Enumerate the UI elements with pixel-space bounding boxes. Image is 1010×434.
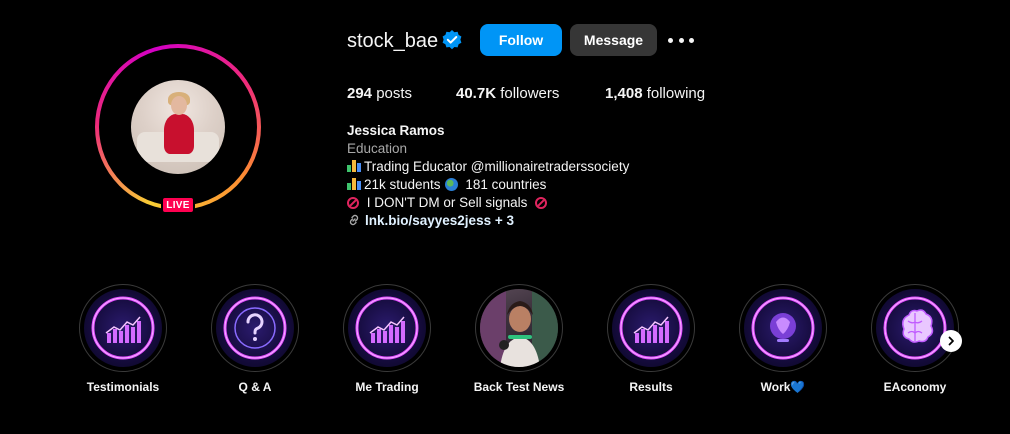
bio-name: Jessica Ramos bbox=[347, 123, 445, 138]
highlight-label: EAconomy bbox=[883, 380, 947, 394]
no-entry-emoji-icon bbox=[535, 197, 548, 209]
highlight-me-trading[interactable]: Me Trading bbox=[342, 284, 432, 394]
blue-heart-icon: 💙 bbox=[790, 380, 806, 394]
chart-emoji-icon bbox=[347, 178, 361, 190]
profile-avatar[interactable]: LIVE bbox=[95, 44, 261, 214]
bar-chart-icon bbox=[91, 296, 155, 360]
no-entry-emoji-icon bbox=[347, 197, 359, 209]
more-options-icon[interactable] bbox=[668, 30, 694, 50]
link-icon bbox=[349, 214, 359, 226]
bio-line-educator: Trading Educator @millionairetraderssoci… bbox=[347, 159, 629, 174]
verified-badge-icon bbox=[442, 30, 462, 50]
highlight-label: Testimonials bbox=[86, 380, 160, 394]
follow-button[interactable]: Follow bbox=[480, 24, 562, 56]
highlight-results[interactable]: Results bbox=[606, 284, 696, 394]
message-button[interactable]: Message bbox=[570, 24, 657, 56]
highlight-work[interactable]: Work💙 bbox=[738, 284, 828, 394]
highlight-label: Results bbox=[629, 380, 673, 394]
globe-emoji-icon bbox=[444, 178, 458, 191]
avatar-photo bbox=[131, 80, 225, 174]
highlight-qa[interactable]: Q & A bbox=[210, 284, 300, 394]
following-stat[interactable]: 1,408 following bbox=[605, 85, 705, 102]
highlight-testimonials[interactable]: Testimonials bbox=[78, 284, 168, 394]
bio-link[interactable]: lnk.bio/sayyes2jess + 3 bbox=[347, 213, 514, 228]
bar-chart-icon bbox=[355, 296, 419, 360]
brain-icon bbox=[883, 296, 947, 360]
username: stock_bae bbox=[347, 30, 439, 52]
bio-category: Education bbox=[347, 141, 408, 156]
bio-line-students: 21k students 181 countries bbox=[347, 177, 546, 192]
highlight-label: Back Test News bbox=[473, 380, 565, 394]
head-silhouette-icon bbox=[751, 296, 815, 360]
highlight-back-test-news[interactable]: Back Test News bbox=[474, 284, 564, 394]
posts-stat: 294 posts bbox=[347, 85, 413, 102]
question-mark-icon bbox=[223, 296, 287, 360]
live-badge: LIVE bbox=[161, 196, 195, 214]
highlight-label: Q & A bbox=[238, 380, 272, 394]
highlight-label: Me Trading bbox=[355, 380, 419, 394]
next-highlights-button[interactable] bbox=[940, 330, 962, 352]
chart-emoji-icon bbox=[347, 160, 361, 172]
photo-thumbnail bbox=[480, 289, 558, 367]
followers-stat[interactable]: 40.7K followers bbox=[456, 85, 559, 102]
bar-chart-icon bbox=[619, 296, 683, 360]
bio-line-disclaimer: I DON'T DM or Sell signals bbox=[347, 195, 551, 210]
highlight-label: Work💙 bbox=[760, 380, 806, 394]
chevron-right-icon bbox=[948, 336, 954, 346]
highlight-eaconomy[interactable]: EAconomy bbox=[870, 284, 960, 394]
